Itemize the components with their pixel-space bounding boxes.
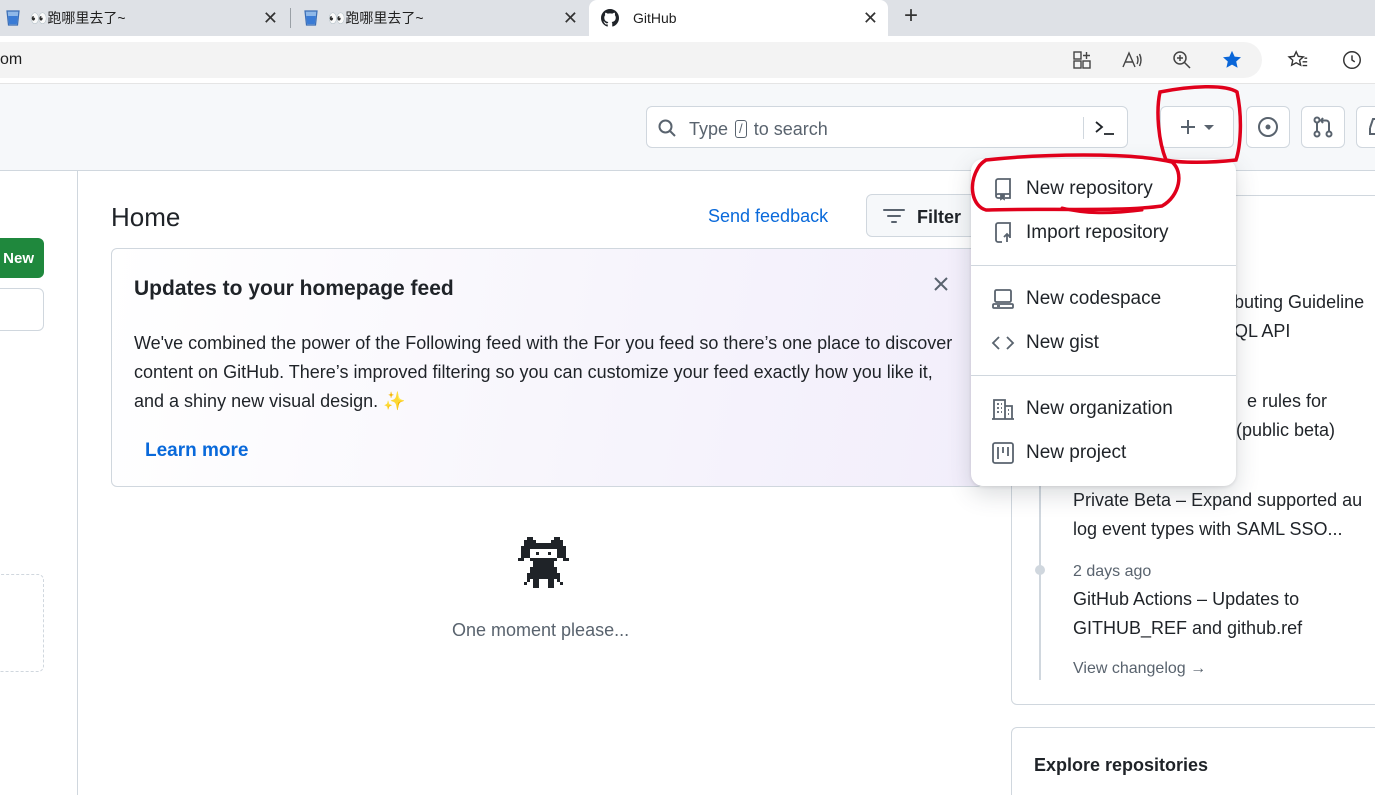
tab-separator (290, 8, 291, 28)
view-changelog-link[interactable]: View changelog → (1073, 660, 1206, 678)
menu-item-label: New project (1026, 442, 1127, 463)
address-bar-row: om (0, 36, 1375, 84)
menu-item-label: Import repository (1026, 222, 1169, 243)
organization-icon (991, 397, 1015, 421)
browser-tab-bar: 👀跑哪里去了~ ✕ 👀跑哪里去了~ ✕ GitHub ✕ + (0, 0, 1375, 36)
plus-dropdown-icon (1181, 120, 1214, 134)
glass-favicon-icon (4, 9, 22, 27)
changelog-item-1-line-1[interactable]: buting Guideline (1234, 292, 1364, 313)
send-feedback-link[interactable]: Send feedback (708, 206, 828, 227)
search-input[interactable]: Type / to search (646, 106, 1128, 148)
history-icon[interactable] (1340, 48, 1364, 72)
menu-item-new-repository[interactable]: New repository (971, 167, 1236, 211)
menu-divider (971, 265, 1236, 266)
menu-item-new-gist[interactable]: New gist (971, 321, 1236, 365)
browser-tab-2[interactable]: 👀跑哪里去了~ ✕ (302, 0, 588, 36)
command-palette-icon[interactable] (1093, 117, 1117, 144)
tab-title: GitHub (633, 10, 677, 26)
changelog-item-2-line-1[interactable]: e rules for (1247, 391, 1327, 412)
git-pull-request-icon (1313, 116, 1333, 138)
changelog-item-4-date: 2 days ago (1073, 563, 1152, 580)
repo-icon (991, 177, 1015, 201)
loading-text: One moment please... (452, 620, 630, 640)
favorite-star-icon[interactable] (1220, 48, 1244, 72)
tab-close-icon[interactable]: ✕ (263, 8, 278, 28)
search-placeholder: Type / to search (689, 119, 828, 139)
dismiss-close-icon[interactable] (932, 275, 950, 298)
app-available-icon[interactable] (1070, 48, 1094, 72)
menu-item-label: New repository (1026, 178, 1153, 199)
github-logo-icon (601, 9, 619, 27)
slash-key-hint: / (735, 120, 747, 138)
page-title: Home (111, 202, 181, 232)
learn-more-link[interactable]: Learn more (145, 440, 248, 462)
repo-push-icon (991, 221, 1015, 245)
octocat-loading-icon (518, 533, 572, 600)
favorites-icon[interactable] (1286, 48, 1310, 72)
create-new-button[interactable] (1160, 106, 1234, 148)
menu-item-new-project[interactable]: New project (971, 431, 1236, 475)
tab-title: 👀跑哪里去了~ (30, 10, 126, 26)
changelog-item-2-line-2[interactable]: (public beta) (1236, 420, 1335, 441)
sidebar-dashed-box: ll (0, 574, 44, 672)
code-icon (991, 331, 1015, 355)
menu-item-new-organization[interactable]: New organization (971, 387, 1236, 431)
tab-close-icon[interactable]: ✕ (863, 8, 878, 28)
new-tab-button[interactable]: + (898, 4, 924, 30)
issue-opened-icon (1258, 117, 1278, 137)
project-icon (991, 441, 1015, 465)
tab-title: 👀跑哪里去了~ (328, 10, 424, 26)
menu-item-new-codespace[interactable]: New codespace (971, 277, 1236, 321)
pull-requests-button[interactable] (1301, 106, 1345, 148)
filter-icon (883, 207, 905, 230)
browser-tab-1[interactable]: 👀跑哪里去了~ ✕ (0, 0, 288, 36)
tab-close-icon[interactable]: ✕ (563, 8, 578, 28)
search-divider (1083, 117, 1084, 139)
browser-tab-github[interactable]: GitHub ✕ (589, 0, 888, 36)
changelog-item-1-line-2[interactable]: QL API (1234, 321, 1290, 342)
new-repo-button[interactable]: New (0, 238, 44, 278)
changelog-item-3-line-2[interactable]: log event types with SAML SSO... (1073, 519, 1342, 540)
url-text[interactable]: om (0, 51, 22, 69)
find-repository-input[interactable] (0, 288, 44, 331)
timeline-line (1039, 480, 1041, 680)
changelog-item-4-line-2[interactable]: GITHUB_REF and github.ref (1073, 618, 1302, 639)
left-sidebar: New ll (0, 171, 78, 795)
menu-item-import-repository[interactable]: Import repository (971, 211, 1236, 255)
search-icon (657, 118, 677, 143)
menu-item-label: New organization (1026, 398, 1173, 419)
filter-button[interactable]: Filter (866, 194, 986, 237)
explore-repositories-title: Explore repositories (1034, 755, 1209, 775)
notice-body: We've combined the power of the Followin… (134, 333, 953, 411)
zoom-icon[interactable] (1170, 48, 1194, 72)
homepage-feed-notice: Updates to your homepage feed We've comb… (111, 248, 983, 487)
changelog-item-4-line-1[interactable]: GitHub Actions – Updates to (1073, 589, 1299, 610)
changelog-item-3-line-1[interactable]: Private Beta – Expand supported au (1073, 490, 1362, 511)
menu-item-label: New gist (1026, 332, 1099, 353)
inbox-button[interactable] (1356, 106, 1375, 148)
glass-favicon-icon (302, 9, 320, 27)
read-aloud-icon[interactable] (1120, 48, 1144, 72)
menu-item-label: New codespace (1026, 288, 1162, 309)
notice-heading: Updates to your homepage feed (134, 277, 454, 300)
issues-button[interactable] (1246, 106, 1290, 148)
menu-divider (971, 375, 1236, 376)
inbox-icon (1369, 118, 1375, 135)
filter-label: Filter (917, 207, 962, 227)
timeline-dot (1035, 565, 1045, 575)
github-header: Type / to search (0, 84, 1375, 171)
create-new-dropdown: New repository Import repository New cod… (971, 159, 1236, 486)
codespaces-icon (991, 287, 1015, 311)
